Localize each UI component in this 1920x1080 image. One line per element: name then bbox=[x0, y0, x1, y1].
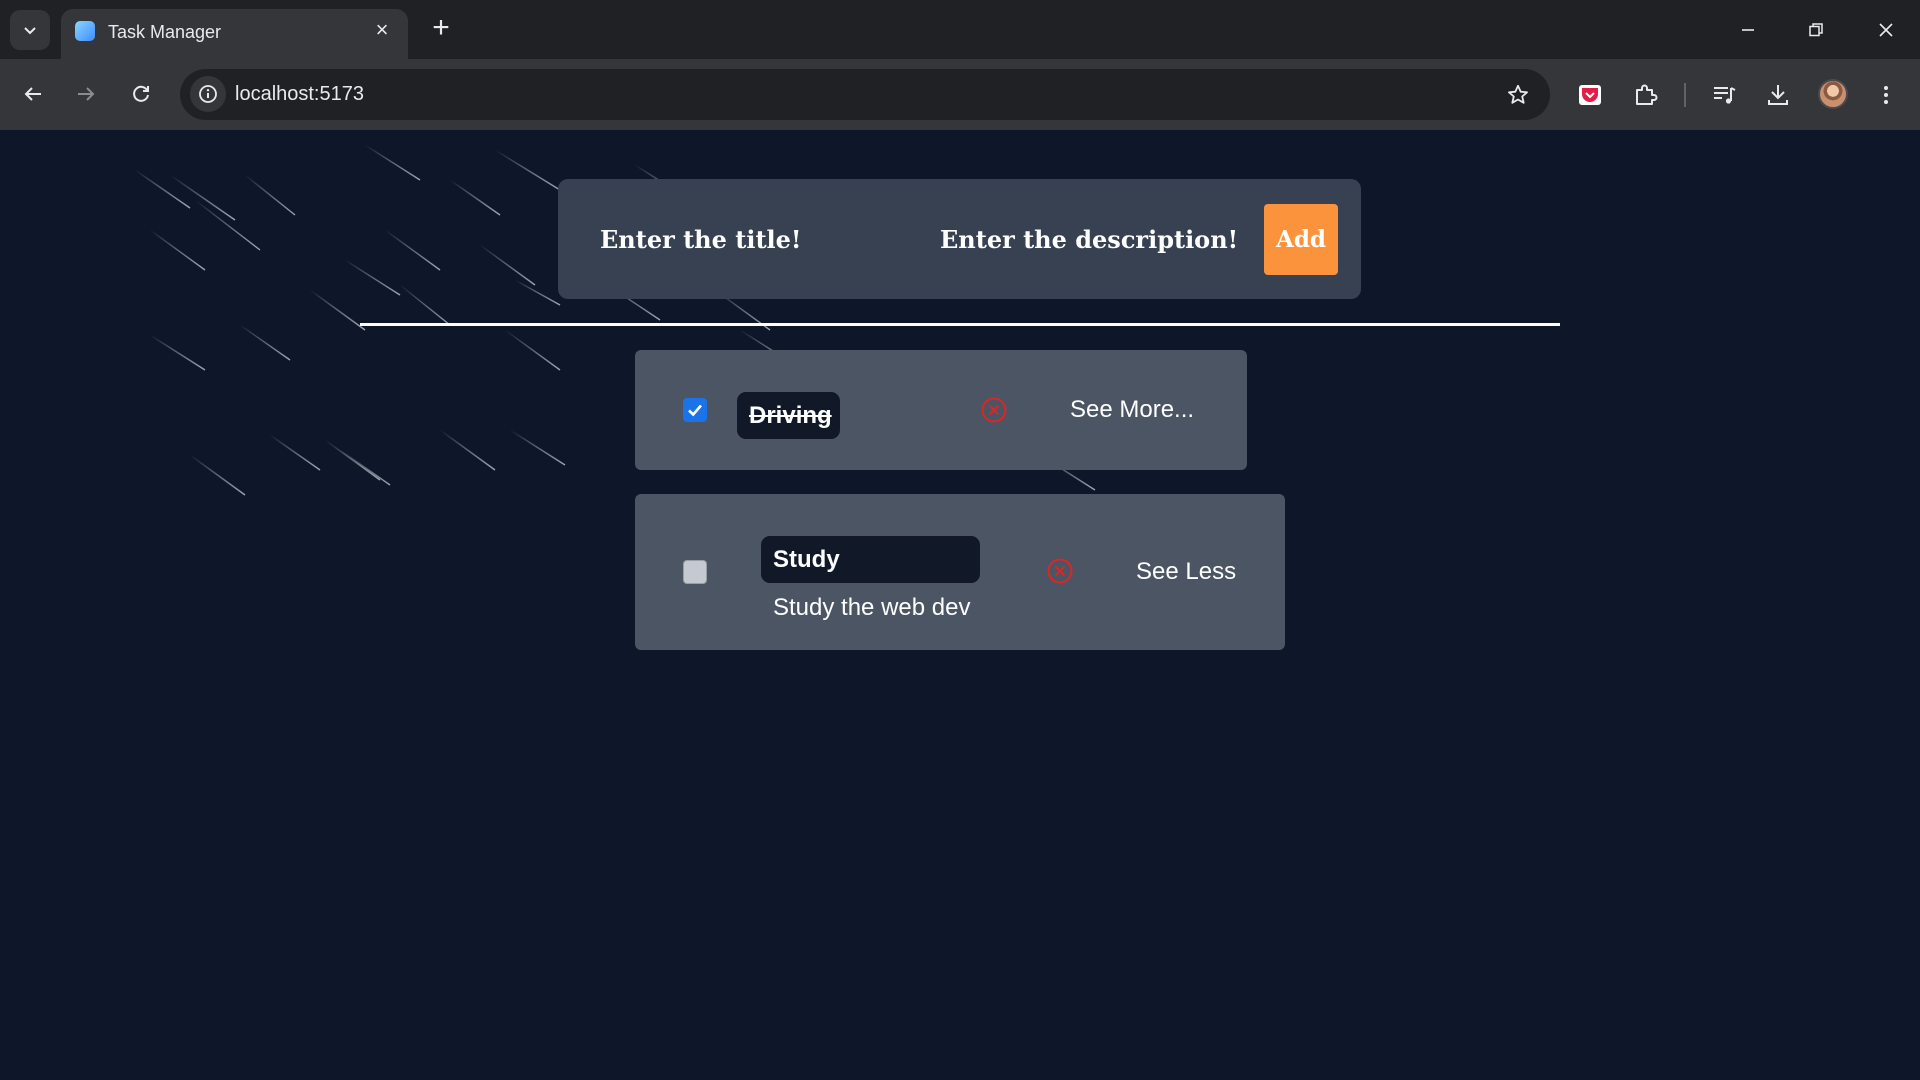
more-vertical-icon bbox=[1884, 86, 1888, 104]
see-less-toggle[interactable]: See Less bbox=[1136, 558, 1236, 586]
pocket-icon bbox=[1579, 85, 1601, 105]
tab-close-icon[interactable]: × bbox=[370, 19, 394, 43]
task-card: Study Study the web dev See Less bbox=[635, 494, 1285, 650]
address-bar[interactable]: localhost:5173 bbox=[180, 69, 1550, 120]
browser-tab[interactable]: Task Manager × bbox=[61, 9, 408, 59]
star-icon bbox=[1508, 84, 1528, 104]
browser-menu-button[interactable] bbox=[1868, 77, 1904, 113]
app-page: Add Driving See More... Study Study the … bbox=[0, 130, 1920, 1080]
task-title: Driving bbox=[737, 392, 840, 439]
close-circle-icon bbox=[981, 397, 1007, 423]
browser-tab-strip: Task Manager × + bbox=[0, 0, 1920, 59]
delete-task-button[interactable] bbox=[979, 395, 1009, 425]
chevron-down-icon bbox=[24, 27, 36, 35]
extensions-button[interactable] bbox=[1627, 77, 1663, 113]
back-button[interactable] bbox=[14, 75, 52, 113]
task-input-panel: Add bbox=[558, 179, 1361, 299]
playlist-music-icon bbox=[1714, 87, 1736, 104]
reload-icon bbox=[133, 85, 149, 102]
task-title: Study bbox=[761, 536, 980, 583]
restore-button[interactable] bbox=[1796, 10, 1836, 50]
forward-button[interactable] bbox=[67, 75, 105, 113]
checkmark-icon bbox=[688, 404, 702, 417]
restore-icon bbox=[1809, 23, 1823, 37]
title-input[interactable] bbox=[600, 209, 900, 269]
info-icon bbox=[199, 85, 217, 103]
bookmark-button[interactable] bbox=[1504, 81, 1532, 109]
url-text[interactable]: localhost:5173 bbox=[235, 83, 364, 106]
close-window-button[interactable] bbox=[1866, 10, 1906, 50]
arrow-left-icon bbox=[24, 87, 41, 101]
tab-title: Task Manager bbox=[108, 22, 222, 42]
new-tab-button[interactable]: + bbox=[424, 12, 458, 46]
see-more-toggle[interactable]: See More... bbox=[1070, 396, 1194, 424]
delete-task-button[interactable] bbox=[1045, 556, 1075, 586]
minimize-button[interactable] bbox=[1728, 10, 1768, 50]
task-complete-checkbox[interactable] bbox=[683, 398, 707, 422]
pocket-extension-button[interactable] bbox=[1572, 77, 1608, 113]
app-favicon-icon bbox=[75, 21, 95, 41]
profile-avatar[interactable] bbox=[1818, 79, 1848, 109]
browser-toolbar: localhost:5173 bbox=[0, 59, 1920, 130]
puzzle-piece-icon bbox=[1636, 84, 1658, 105]
add-button[interactable]: Add bbox=[1264, 204, 1338, 275]
download-icon bbox=[1768, 85, 1788, 105]
downloads-button[interactable] bbox=[1760, 77, 1796, 113]
site-info-button[interactable] bbox=[190, 76, 226, 112]
tab-search-button[interactable] bbox=[10, 10, 50, 50]
description-input[interactable] bbox=[940, 209, 1270, 269]
task-description: Study the web dev bbox=[773, 594, 971, 621]
toolbar-separator bbox=[1684, 83, 1686, 107]
task-complete-checkbox[interactable] bbox=[683, 560, 707, 584]
divider bbox=[360, 323, 1560, 326]
close-circle-icon bbox=[1047, 558, 1073, 584]
arrow-right-icon bbox=[78, 87, 95, 101]
reload-button[interactable] bbox=[122, 75, 160, 113]
minimize-icon bbox=[1742, 29, 1754, 31]
close-icon bbox=[1879, 23, 1893, 37]
media-controls-button[interactable] bbox=[1706, 77, 1742, 113]
task-card: Driving See More... bbox=[635, 350, 1247, 470]
